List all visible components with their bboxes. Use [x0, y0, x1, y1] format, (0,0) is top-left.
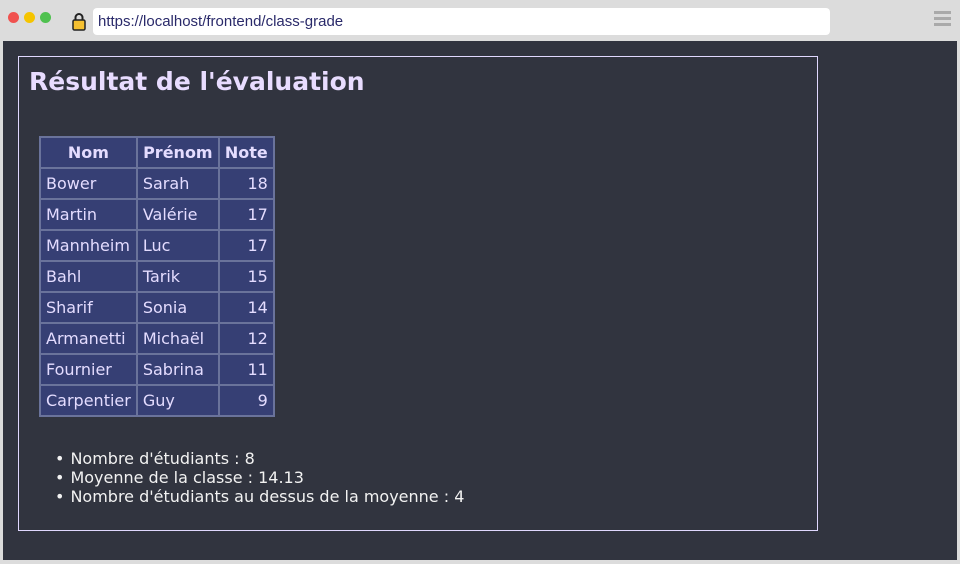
cell-note: 9: [218, 385, 274, 416]
table-row: Armanetti Michaël 12: [40, 323, 274, 354]
cell-note: 14: [218, 292, 274, 323]
header-note: Note: [218, 137, 274, 168]
cell-prenom: Sabrina: [136, 354, 219, 385]
window-close-button[interactable]: [8, 12, 19, 23]
page-viewport: Résultat de l'évaluation Nom Prénom Note…: [3, 41, 957, 560]
table-row: Mannheim Luc 17: [40, 230, 274, 261]
lock-icon: [72, 13, 86, 31]
cell-nom: Martin: [40, 199, 137, 230]
page-title: Résultat de l'évaluation: [29, 67, 365, 96]
window-maximize-button[interactable]: [40, 12, 51, 23]
cell-note: 15: [218, 261, 274, 292]
result-panel: Résultat de l'évaluation Nom Prénom Note…: [18, 56, 818, 531]
table-row: Fournier Sabrina 11: [40, 354, 274, 385]
url-text: https://localhost/frontend/class-grade: [98, 13, 344, 30]
cell-prenom: Guy: [136, 385, 219, 416]
cell-nom: Mannheim: [40, 230, 137, 261]
cell-nom: Armanetti: [40, 323, 137, 354]
cell-nom: Bahl: [40, 261, 137, 292]
stat-class-average: Moyenne de la classe : 14.13: [55, 468, 464, 487]
table-header-row: Nom Prénom Note: [40, 137, 274, 168]
table-row: Sharif Sonia 14: [40, 292, 274, 323]
cell-prenom: Luc: [136, 230, 219, 261]
table-row: Martin Valérie 17: [40, 199, 274, 230]
cell-note: 17: [218, 199, 274, 230]
hamburger-menu-icon[interactable]: [934, 11, 951, 26]
cell-prenom: Sarah: [136, 168, 219, 199]
window-minimize-button[interactable]: [24, 12, 35, 23]
cell-prenom: Valérie: [136, 199, 219, 230]
address-bar[interactable]: https://localhost/frontend/class-grade: [93, 8, 830, 35]
cell-note: 17: [218, 230, 274, 261]
cell-prenom: Tarik: [136, 261, 219, 292]
table-row: Bower Sarah 18: [40, 168, 274, 199]
cell-nom: Bower: [40, 168, 137, 199]
table-row: Carpentier Guy 9: [40, 385, 274, 416]
stats-list: Nombre d'étudiants : 8 Moyenne de la cla…: [55, 449, 464, 506]
cell-prenom: Sonia: [136, 292, 219, 323]
header-prenom: Prénom: [136, 137, 219, 168]
cell-note: 18: [218, 168, 274, 199]
cell-prenom: Michaël: [136, 323, 219, 354]
table-row: Bahl Tarik 15: [40, 261, 274, 292]
cell-nom: Carpentier: [40, 385, 137, 416]
cell-nom: Fournier: [40, 354, 137, 385]
stat-above-average: Nombre d'étudiants au dessus de la moyen…: [55, 487, 464, 506]
cell-note: 11: [218, 354, 274, 385]
header-nom: Nom: [40, 137, 137, 168]
cell-nom: Sharif: [40, 292, 137, 323]
grades-table: Nom Prénom Note Bower Sarah 18 Martin Valéri…: [39, 136, 275, 417]
browser-toolbar: https://localhost/frontend/class-grade: [0, 0, 960, 40]
stat-student-count: Nombre d'étudiants : 8: [55, 449, 464, 468]
cell-note: 12: [218, 323, 274, 354]
